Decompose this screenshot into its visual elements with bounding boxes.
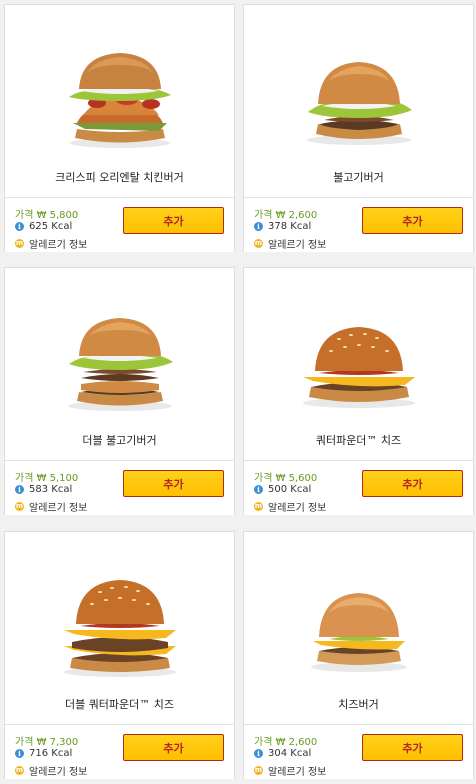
info-icon: i: [254, 485, 263, 494]
item-name[interactable]: 크리스피 오리엔탈 치킨버거: [5, 169, 234, 185]
item-info: 가격 ₩ 5,100 i 583 Kcal m 알레르기 정보 추가: [5, 460, 234, 515]
add-button[interactable]: 추가: [362, 470, 463, 497]
info-icon: i: [15, 485, 24, 494]
item-kcal: i 583 Kcal: [15, 484, 72, 495]
mcdonalds-m-icon: m: [15, 766, 24, 775]
menu-card[interactable]: 치즈버거 가격 ₩ 2,600 i 304 Kcal m 알레르기 정보 추가: [243, 531, 474, 779]
menu-card[interactable]: 쿼터파운더™ 치즈 가격 ₩ 5,600 i 500 Kcal m 알레르기 정보 …: [243, 267, 474, 515]
item-name[interactable]: 더블 쿼터파운더™ 치즈: [5, 696, 234, 712]
info-icon: i: [15, 749, 24, 758]
allergy-link[interactable]: m 알레르기 정보: [254, 499, 326, 514]
allergy-label[interactable]: 알레르기 정보: [268, 763, 326, 778]
burger-image[interactable]: [5, 5, 234, 191]
allergy-link[interactable]: m 알레르기 정보: [254, 236, 326, 251]
add-button[interactable]: 추가: [123, 734, 224, 761]
add-button[interactable]: 추가: [362, 734, 463, 761]
allergy-label[interactable]: 알레르기 정보: [29, 763, 87, 778]
item-price: 가격 ₩ 5,100: [15, 473, 79, 484]
allergy-label[interactable]: 알레르기 정보: [268, 499, 326, 514]
allergy-link[interactable]: m 알레르기 정보: [15, 499, 87, 514]
mcdonalds-m-icon: m: [254, 239, 263, 248]
item-kcal: i 500 Kcal: [254, 484, 311, 495]
info-icon: i: [254, 222, 263, 231]
add-button[interactable]: 추가: [362, 207, 463, 234]
kcal-value: 625 Kcal: [29, 221, 73, 232]
add-button[interactable]: 추가: [123, 470, 224, 497]
item-price: 가격 ₩ 5,800: [15, 210, 79, 221]
kcal-value: 378 Kcal: [268, 221, 312, 232]
kcal-value: 716 Kcal: [29, 748, 73, 759]
menu-grid: 크리스피 오리엔탈 치킨버거 가격 ₩ 5,800 i 625 Kcal m 알레르…: [0, 0, 476, 784]
mcdonalds-m-icon: m: [254, 766, 263, 775]
item-price: 가격 ₩ 7,300: [15, 737, 79, 748]
burger-image[interactable]: [5, 268, 234, 454]
burger-image[interactable]: [244, 5, 473, 191]
item-info: 가격 ₩ 5,800 i 625 Kcal m 알레르기 정보 추가: [5, 197, 234, 252]
item-info: 가격 ₩ 2,600 i 304 Kcal m 알레르기 정보 추가: [244, 724, 473, 779]
burger-image[interactable]: [244, 268, 473, 454]
info-icon: i: [15, 222, 24, 231]
allergy-link[interactable]: m 알레르기 정보: [15, 236, 87, 251]
kcal-value: 304 Kcal: [268, 748, 312, 759]
kcal-value: 500 Kcal: [268, 484, 312, 495]
burger-image[interactable]: [244, 532, 473, 718]
item-name[interactable]: 더블 불고기버거: [5, 432, 234, 448]
allergy-link[interactable]: m 알레르기 정보: [254, 763, 326, 778]
item-kcal: i 304 Kcal: [254, 748, 311, 759]
burger-image[interactable]: [5, 532, 234, 718]
allergy-link[interactable]: m 알레르기 정보: [15, 763, 87, 778]
info-icon: i: [254, 749, 263, 758]
item-name[interactable]: 불고기버거: [244, 169, 473, 185]
item-price: 가격 ₩ 2,600: [254, 737, 318, 748]
menu-card[interactable]: 크리스피 오리엔탈 치킨버거 가격 ₩ 5,800 i 625 Kcal m 알레르…: [4, 4, 235, 252]
item-kcal: i 378 Kcal: [254, 221, 311, 232]
item-info: 가격 ₩ 2,600 i 378 Kcal m 알레르기 정보 추가: [244, 197, 473, 252]
menu-card[interactable]: 더블 쿼터파운더™ 치즈 가격 ₩ 7,300 i 716 Kcal m 알레르기 …: [4, 531, 235, 779]
mcdonalds-m-icon: m: [15, 239, 24, 248]
kcal-value: 583 Kcal: [29, 484, 73, 495]
mcdonalds-m-icon: m: [254, 502, 263, 511]
item-kcal: i 716 Kcal: [15, 748, 72, 759]
menu-card[interactable]: 더블 불고기버거 가격 ₩ 5,100 i 583 Kcal m 알레르기 정보 추…: [4, 267, 235, 515]
item-kcal: i 625 Kcal: [15, 221, 72, 232]
item-name[interactable]: 치즈버거: [244, 696, 473, 712]
item-name[interactable]: 쿼터파운더™ 치즈: [244, 432, 473, 448]
item-info: 가격 ₩ 7,300 i 716 Kcal m 알레르기 정보 추가: [5, 724, 234, 779]
allergy-label[interactable]: 알레르기 정보: [268, 236, 326, 251]
item-price: 가격 ₩ 5,600: [254, 473, 318, 484]
item-info: 가격 ₩ 5,600 i 500 Kcal m 알레르기 정보 추가: [244, 460, 473, 515]
menu-card[interactable]: 불고기버거 가격 ₩ 2,600 i 378 Kcal m 알레르기 정보 추가: [243, 4, 474, 252]
allergy-label[interactable]: 알레르기 정보: [29, 236, 87, 251]
allergy-label[interactable]: 알레르기 정보: [29, 499, 87, 514]
add-button[interactable]: 추가: [123, 207, 224, 234]
item-price: 가격 ₩ 2,600: [254, 210, 318, 221]
mcdonalds-m-icon: m: [15, 502, 24, 511]
